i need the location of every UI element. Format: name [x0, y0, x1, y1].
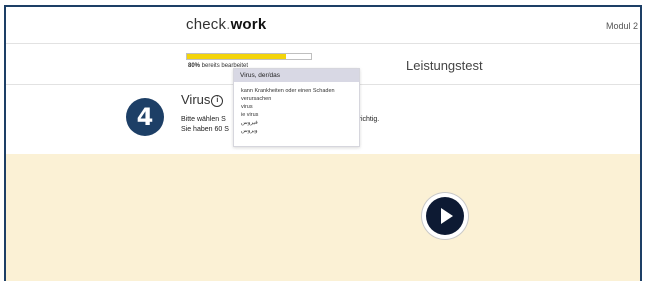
page-title: Leistungstest [406, 58, 483, 73]
module-label: Modul 2 [605, 21, 638, 31]
word-title: Virus i [181, 92, 224, 107]
translation-dropdown[interactable]: Virus, der/das kann Krankheiten oder ein… [233, 68, 360, 147]
logo-text-work: work [230, 16, 267, 33]
instruction-line-1: Bitte wählen S [181, 116, 226, 123]
app-logo[interactable]: check.work [186, 16, 266, 33]
dropdown-option[interactable]: kann Krankheiten oder einen Schaden veru… [241, 88, 353, 103]
dropdown-option[interactable]: فيروس [241, 119, 357, 127]
dropdown-option[interactable]: ie virus [241, 111, 357, 119]
dropdown-options: kann Krankheiten oder einen Schaden veru… [241, 88, 357, 135]
video-area[interactable] [6, 154, 640, 281]
dropdown-option[interactable]: ویروس [241, 127, 357, 135]
progress-bar-fill [187, 54, 287, 59]
progress-bar [186, 53, 312, 60]
play-icon [441, 208, 453, 224]
progress-percent: 80% [188, 63, 201, 69]
word-title-text: Virus [181, 92, 211, 107]
info-icon[interactable]: i [211, 95, 224, 107]
dropdown-selected-option[interactable]: Virus, der/das [234, 69, 359, 82]
step-number-badge: 4 [126, 98, 164, 136]
play-button[interactable] [422, 193, 468, 239]
logo-text-check: check [186, 16, 227, 33]
top-bar: check.work Modul 2 [6, 7, 640, 44]
instruction-line-2: Sie haben 60 S [181, 126, 229, 133]
play-button-inner [426, 197, 464, 235]
dropdown-option[interactable]: virus [241, 103, 357, 111]
